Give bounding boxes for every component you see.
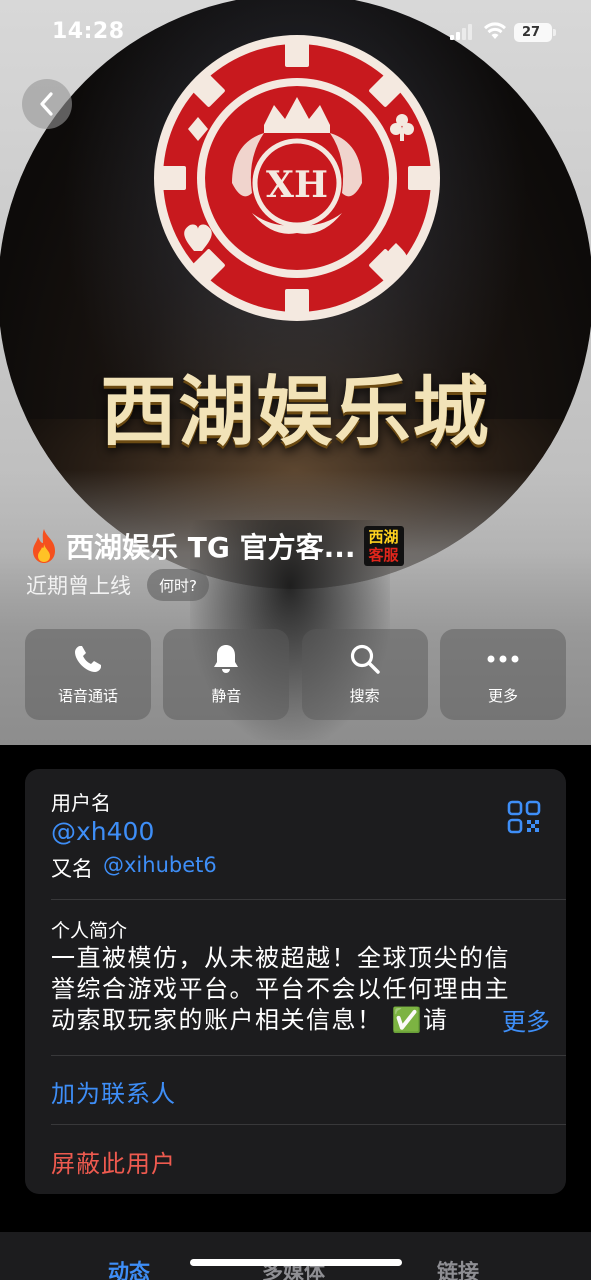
status-time: 14:28: [52, 19, 125, 44]
profile-info-card: 用户名 @xh400 又名 @xihubet6 个人简介 一直被模仿，从未被超越…: [25, 769, 566, 1194]
phone-icon: [75, 646, 101, 672]
profile-header: XH 西湖娱乐城 14:28 27 西湖娱乐 TG 官方客... 西湖 客服 近…: [0, 0, 591, 745]
profile-actions: 语音通话 静音 搜索 更多: [25, 629, 566, 721]
home-indicator[interactable]: [190, 1259, 402, 1266]
bio-label: 个人简介: [51, 920, 128, 942]
divider: [51, 1124, 566, 1125]
badge-line-2: 客服: [368, 546, 399, 564]
bio-more-link[interactable]: 更多: [455, 1005, 550, 1039]
back-button[interactable]: [22, 79, 72, 129]
divider: [51, 899, 566, 900]
profile-name: 西湖娱乐 TG 官方客...: [66, 531, 356, 564]
logo-monogram: XH: [266, 164, 328, 206]
divider: [51, 1055, 566, 1056]
search-label: 搜索: [349, 687, 380, 705]
brand-title-graphic: 西湖娱乐城: [100, 367, 491, 456]
tab-posts[interactable]: 动态: [108, 1256, 150, 1280]
username-link[interactable]: @xh400: [51, 817, 154, 846]
emoji-status-badge[interactable]: 西湖 客服: [363, 526, 404, 566]
last-seen-status: 近期曾上线: [26, 574, 131, 598]
alias-row: 又名 @xihubet6: [51, 853, 217, 883]
qr-code-icon[interactable]: [507, 800, 541, 834]
voice-call-label: 语音通话: [57, 687, 118, 705]
search-icon: [350, 644, 380, 674]
cellular-signal-icon: [450, 24, 476, 40]
profile-name-row: 西湖娱乐 TG 官方客... 西湖 客服: [28, 524, 404, 568]
tab-links[interactable]: 链接: [437, 1256, 479, 1280]
battery-icon: 27: [514, 23, 552, 42]
block-user-button[interactable]: 屏蔽此用户: [51, 1144, 176, 1179]
wifi-icon: [484, 22, 506, 39]
mute-label: 静音: [211, 687, 242, 705]
battery-tip: [553, 29, 556, 36]
fire-icon: [33, 529, 55, 563]
username-label: 用户名: [51, 791, 111, 815]
badge-line-1: 西湖: [368, 528, 399, 546]
status-bar: 14:28 27: [0, 0, 591, 64]
search-button[interactable]: 搜索: [301, 629, 428, 720]
voice-call-button[interactable]: 语音通话: [25, 629, 151, 720]
add-contact-button[interactable]: 加为联系人: [51, 1074, 176, 1109]
alias-label: 又名: [51, 857, 93, 881]
mute-button[interactable]: 静音: [163, 629, 290, 720]
alias-link[interactable]: @xihubet6: [103, 853, 217, 883]
battery-level: 27: [521, 25, 541, 40]
chevron-left-icon: [40, 92, 53, 116]
more-icon: [487, 655, 519, 663]
when-button[interactable]: 何时?: [147, 569, 209, 601]
more-label: 更多: [487, 687, 518, 705]
more-button[interactable]: 更多: [439, 629, 566, 720]
bio-text: 一直被模仿，从未被超越！全球顶尖的信誉综合游戏平台。平台不会以任何理由主动索取玩…: [51, 944, 510, 1034]
casino-chip-logo: XH: [154, 35, 440, 321]
profile-tab-bar: 动态 多媒体 链接: [0, 1232, 591, 1280]
presence-row: 近期曾上线 何时?: [26, 568, 209, 602]
bell-icon: [214, 645, 239, 673]
